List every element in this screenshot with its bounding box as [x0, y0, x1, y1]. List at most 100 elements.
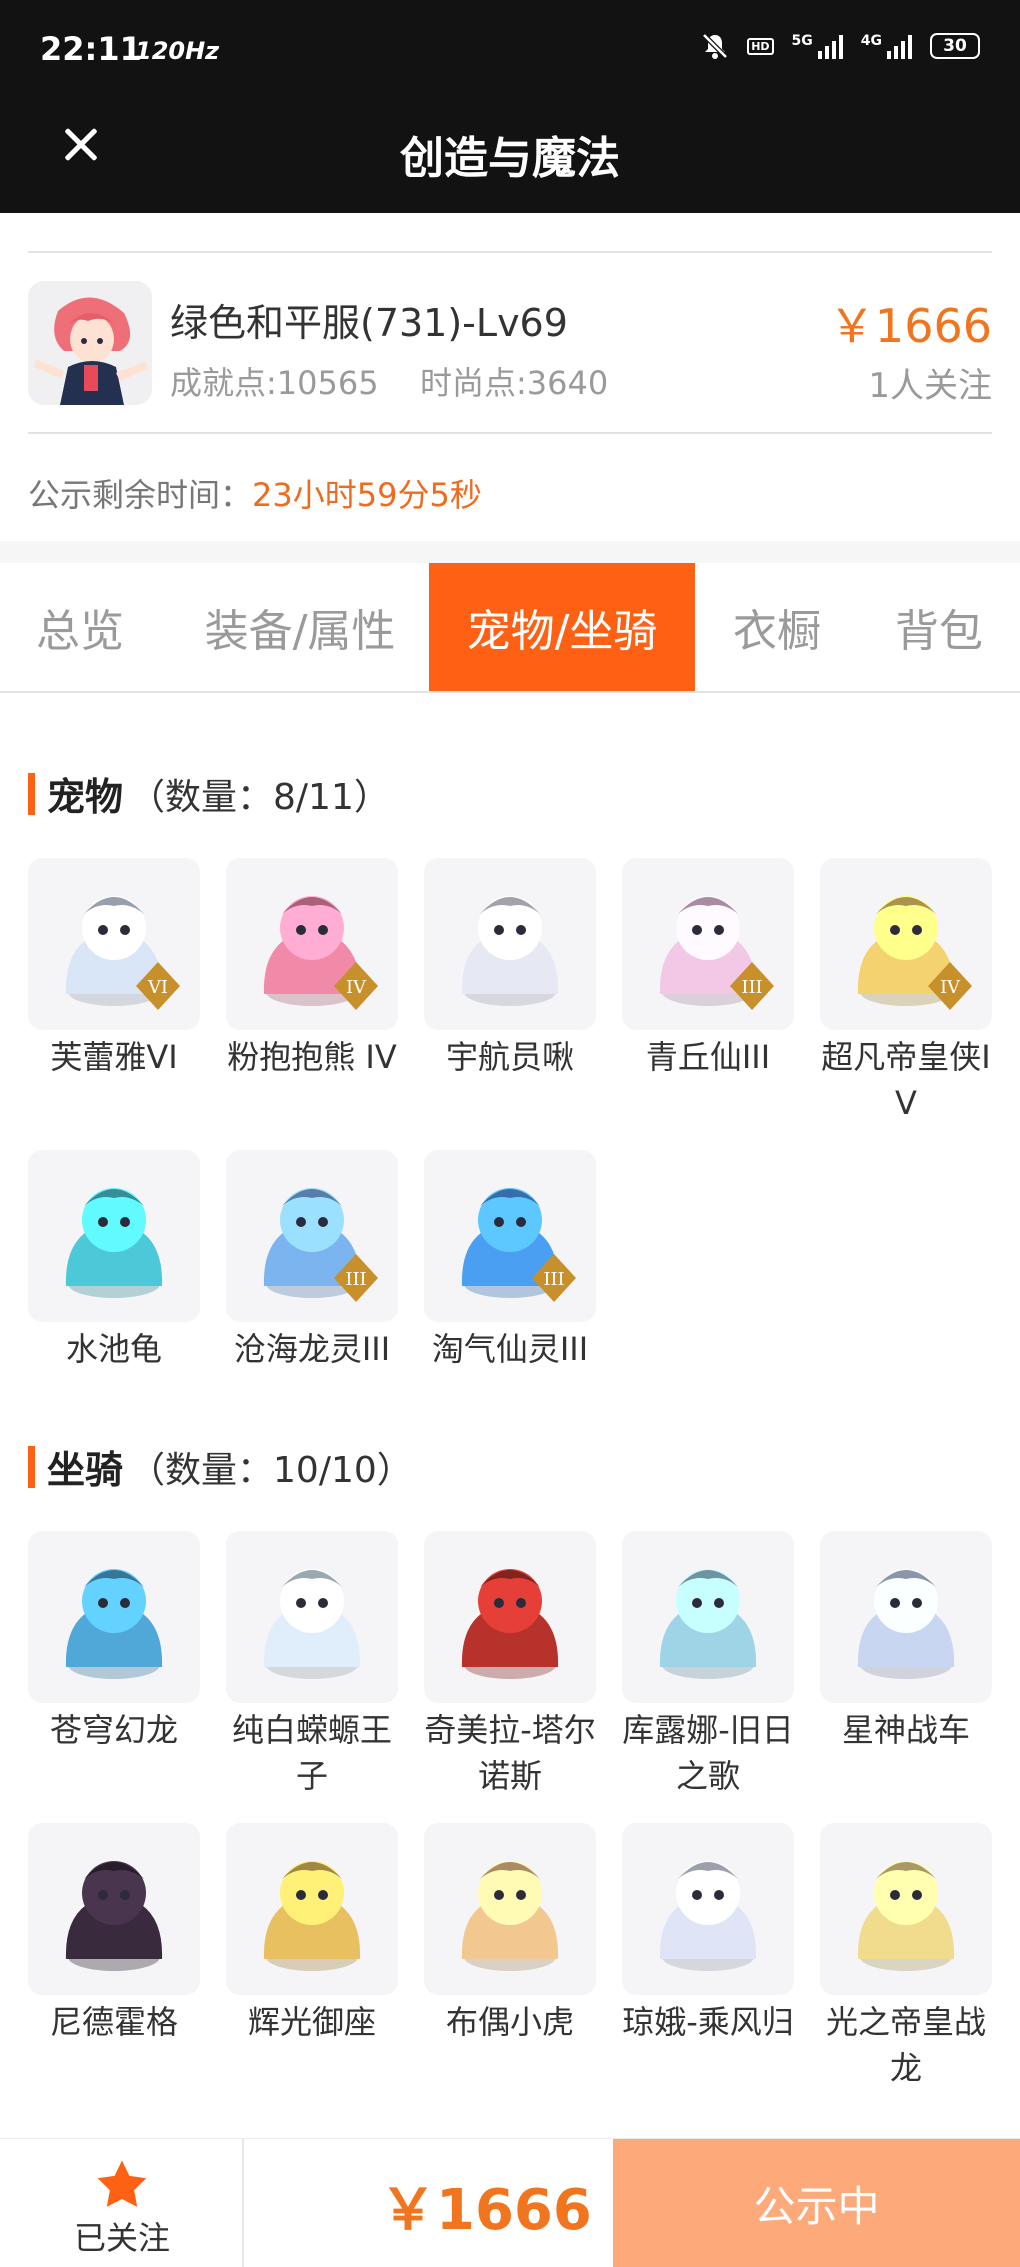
svg-text:IV: IV [346, 977, 367, 998]
mounts-section-title: 坐骑 （数量：10/10） [28, 1439, 413, 1494]
axolotl-icon [263, 1569, 361, 1679]
fox-fairy-icon: III [659, 896, 774, 1010]
pet-item[interactable]: VI 芙蕾雅VI [28, 858, 200, 1080]
divider [28, 251, 992, 253]
fashion-points: 时尚点:3640 [420, 364, 609, 402]
svg-text:IV: IV [940, 977, 961, 998]
mount-name: 辉光御座 [247, 2003, 376, 2041]
pet-item[interactable]: 宇航员啾 [424, 858, 596, 1080]
section-accent-bar [28, 772, 35, 815]
blue-puppy-icon: III [461, 1188, 576, 1302]
status-time: 22:11 [40, 30, 142, 68]
pet-thumbnail: III [226, 1150, 398, 1322]
tab-equipment[interactable]: 装备/属性 [180, 563, 420, 691]
section-gap [0, 541, 1020, 563]
mount-thumbnail [622, 1823, 794, 1995]
mount-name: 奇美拉-塔尔诺斯 [424, 1711, 596, 1795]
tab-overview[interactable]: 总览 [0, 563, 160, 691]
sea-dragon-boy-icon: III [263, 1188, 378, 1302]
pet-item[interactable]: III 沧海龙灵III [226, 1150, 398, 1372]
pet-item[interactable]: IV 粉抱抱熊 IV [226, 858, 398, 1080]
dark-dragon-icon [65, 1861, 163, 1971]
signal-4g-icon: 4G [861, 33, 912, 59]
pet-item[interactable]: IV 超凡帝皇侠IV [820, 858, 992, 1126]
hd-icon: HD [747, 37, 774, 55]
mount-item[interactable]: 纯白蝾螈王子 [226, 1531, 398, 1799]
section-accent-bar [28, 1445, 35, 1488]
mount-item[interactable]: 尼德霍格 [28, 1823, 200, 2045]
mount-item[interactable]: 库露娜-旧日之歌 [622, 1531, 794, 1799]
pets-title: 宠物 [47, 775, 124, 819]
songstress-icon [659, 1569, 757, 1679]
status-button[interactable]: 公示中 [613, 2139, 1020, 2267]
pet-thumbnail: III [424, 1150, 596, 1322]
pet-thumbnail [424, 858, 596, 1030]
turtle-icon [65, 1188, 163, 1298]
mount-name: 布偶小虎 [445, 2003, 574, 2041]
battery-icon: 30 [930, 33, 980, 59]
mount-thumbnail [424, 1823, 596, 1995]
tab-pets-mounts[interactable]: 宠物/坐骑 [429, 563, 695, 691]
divider [28, 432, 992, 434]
net-5g-label: 5G [791, 33, 813, 49]
tab-bar: 总览 装备/属性 宠物/坐骑 衣橱 背包 [0, 563, 1020, 693]
svg-text:III: III [741, 977, 762, 998]
pet-thumbnail: IV [226, 858, 398, 1030]
mount-item[interactable]: 琼娥-乘风归 [622, 1823, 794, 2045]
pets-count: （数量：8/11） [129, 776, 390, 818]
follow-button[interactable]: 已关注 [0, 2139, 244, 2267]
status-bar: 22:11 120Hz HD 5G 4G 30 [0, 0, 1020, 100]
svg-text:VI: VI [147, 977, 168, 998]
mounts-title: 坐骑 [47, 1448, 124, 1492]
mount-item[interactable]: 辉光御座 [226, 1823, 398, 2045]
mount-thumbnail [226, 1823, 398, 1995]
pet-item[interactable]: 水池龟 [28, 1150, 200, 1372]
tab-wardrobe[interactable]: 衣橱 [706, 563, 848, 691]
pet-thumbnail: III [622, 858, 794, 1030]
pet-name: 宇航员啾 [445, 1038, 574, 1076]
pet-item[interactable]: III 青丘仙III [622, 858, 794, 1080]
pet-name: 超凡帝皇侠IV [821, 1038, 991, 1122]
nav-bar: 创造与魔法 [0, 100, 1020, 213]
mount-thumbnail [28, 1823, 200, 1995]
net-4g-label: 4G [860, 33, 882, 49]
follower-count: 1人关注 [868, 366, 992, 406]
mount-thumbnail [28, 1531, 200, 1703]
svg-text:III: III [543, 1269, 564, 1290]
mount-name: 尼德霍格 [49, 2003, 178, 2041]
mount-item[interactable]: 光之帝皇战龙 [820, 1823, 992, 2091]
character-avatar [28, 281, 152, 405]
mount-thumbnail [820, 1823, 992, 1995]
pets-section-title: 宠物 （数量：8/11） [28, 766, 390, 821]
mount-name: 苍穹幻龙 [49, 1711, 178, 1749]
mount-item[interactable]: 苍穹幻龙 [28, 1531, 200, 1753]
pink-bear-icon: IV [263, 896, 378, 1010]
achievement-points: 成就点:10565 [170, 364, 379, 402]
tiger-doll-icon [461, 1861, 559, 1971]
bottom-bar: 已关注 ￥1666 公示中 [0, 2138, 1020, 2267]
pet-item[interactable]: III 淘气仙灵III [424, 1150, 596, 1372]
svg-text:III: III [345, 1269, 366, 1290]
notice-timer: 公示剩余时间：23小时59分5秒 [28, 470, 482, 516]
mounts-count: （数量：10/10） [129, 1449, 413, 1491]
character-avatar-icon [34, 297, 148, 405]
signal-5g-icon: 5G [792, 33, 843, 59]
listing-price: ￥1666 [828, 299, 992, 353]
timer-value: 23小时59分5秒 [252, 476, 482, 514]
status-icons: HD 5G 4G 30 [701, 32, 980, 60]
mount-item[interactable]: 布偶小虎 [424, 1823, 596, 2045]
throne-icon [263, 1861, 361, 1971]
mount-name: 琼娥-乘风归 [622, 2003, 794, 2041]
pet-name: 水池龟 [65, 1330, 162, 1368]
astronaut-icon [461, 896, 559, 1006]
pet-name: 芙蕾雅VI [50, 1038, 178, 1076]
mount-item[interactable]: 星神战车 [820, 1531, 992, 1753]
mount-name: 纯白蝾螈王子 [231, 1711, 392, 1795]
tab-backpack[interactable]: 背包 [868, 563, 1010, 691]
pet-name: 沧海龙灵III [233, 1330, 391, 1368]
angel-girl-icon: VI [65, 896, 180, 1010]
pet-thumbnail: VI [28, 858, 200, 1030]
mount-item[interactable]: 奇美拉-塔尔诺斯 [424, 1531, 596, 1799]
mute-bell-icon [702, 33, 728, 59]
pet-thumbnail [28, 1150, 200, 1322]
